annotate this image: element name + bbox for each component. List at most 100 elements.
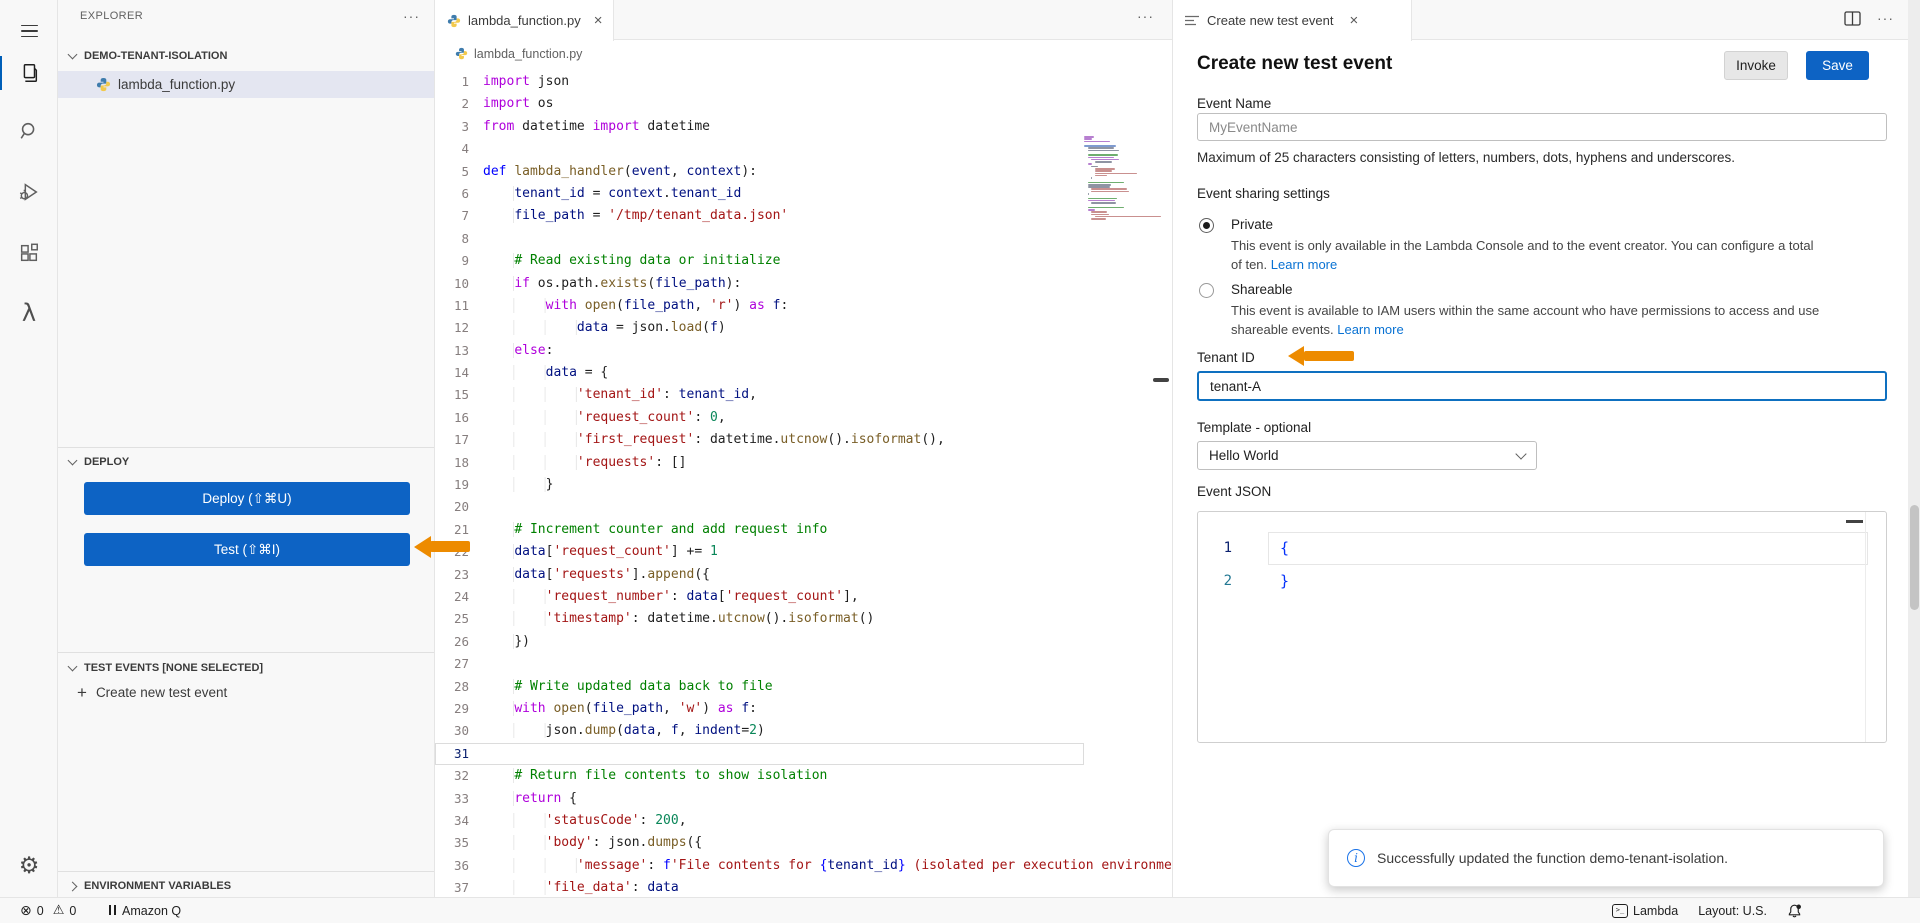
code-line-27: 27 — [435, 653, 1084, 675]
code-line-22: 22 data['request_count'] += 1 — [435, 541, 1084, 563]
minimap[interactable] — [1084, 136, 1164, 220]
code-line-20: 20 — [435, 496, 1084, 518]
code-line-2: 2import os — [435, 93, 1084, 115]
scrollbar-handle[interactable] — [1153, 378, 1169, 382]
code-line-9: 9 # Read existing data or initialize — [435, 250, 1084, 272]
code-area[interactable]: 1import json2import os3from datetime imp… — [435, 66, 1172, 897]
code-line-19: 19 } — [435, 474, 1084, 496]
create-new-test-event-item[interactable]: + Create new test event — [58, 679, 434, 705]
learn-more-link[interactable]: Learn more — [1337, 322, 1403, 337]
shareable-radio[interactable] — [1199, 283, 1214, 298]
panel-more-icon[interactable]: ··· — [1877, 10, 1894, 26]
deploy-button[interactable]: Deploy (⇧⌘U) — [84, 482, 410, 515]
code-line-28: 28 # Write updated data back to file — [435, 676, 1084, 698]
event-json-editor[interactable]: 1{2} — [1197, 511, 1887, 743]
code-line-11: 11 with open(file_path, 'r') as f: — [435, 295, 1084, 317]
vscode-window: λ ⚙ EXPLORER ··· DEMO-TENANT-ISOLATION l… — [0, 0, 1920, 923]
code-line-17: 17 'first_request': datetime.utcnow().is… — [435, 429, 1084, 451]
statusbar-notifications[interactable] — [1787, 903, 1802, 919]
section-divider — [58, 447, 434, 448]
code-line-12: 12 data = json.load(f) — [435, 317, 1084, 339]
test-events-section-header[interactable]: TEST EVENTS [NONE SELECTED] — [58, 656, 434, 680]
private-label[interactable]: Private — [1231, 217, 1273, 232]
chevron-down-icon — [1515, 448, 1526, 459]
sharing-settings-header: Event sharing settings — [1197, 186, 1330, 201]
save-button[interactable]: Save — [1806, 51, 1869, 80]
code-line-25: 25 'timestamp': datetime.utcnow().isofor… — [435, 608, 1084, 630]
environment-variables-section-header[interactable]: ENVIRONMENT VARIABLES — [58, 874, 434, 898]
code-line-1: 1import json — [435, 71, 1084, 93]
extensions-icon[interactable] — [0, 230, 58, 276]
file-item-lambda-function[interactable]: lambda_function.py — [58, 71, 434, 98]
shareable-description-line1: This event is available to IAM users wit… — [1231, 303, 1819, 318]
shareable-label[interactable]: Shareable — [1231, 282, 1293, 297]
code-line-37: 37 'file_data': data — [435, 877, 1084, 897]
code-line-35: 35 'body': json.dumps({ — [435, 832, 1084, 854]
test-button[interactable]: Test (⇧⌘I) — [84, 533, 410, 566]
lambda-icon[interactable]: λ — [0, 290, 58, 336]
deploy-section-header[interactable]: DEPLOY — [58, 450, 434, 474]
folder-header-demo-tenant-isolation[interactable]: DEMO-TENANT-ISOLATION — [58, 44, 434, 68]
info-icon: i — [1347, 849, 1365, 867]
tenant-id-label: Tenant ID — [1197, 350, 1255, 365]
annotation-arrow-tenant-id — [1304, 351, 1354, 361]
panel-scrollbar-thumb[interactable] — [1910, 505, 1919, 610]
bell-icon — [1787, 903, 1802, 919]
notification-message: Successfully updated the function demo-t… — [1377, 850, 1728, 866]
private-radio[interactable] — [1199, 218, 1214, 233]
statusbar-lambda[interactable]: >_ Lambda — [1612, 904, 1678, 918]
section-divider — [58, 652, 434, 653]
plus-icon: + — [77, 684, 87, 701]
statusbar-amazon-q[interactable]: Amazon Q — [108, 904, 181, 918]
breadcrumb[interactable]: lambda_function.py — [435, 41, 1172, 66]
code-line-18: 18 'requests': [] — [435, 452, 1084, 474]
split-editor-icon[interactable] — [1844, 11, 1861, 26]
code-line-6: 6 tenant_id = context.tenant_id — [435, 183, 1084, 205]
explorer-more-icon[interactable]: ··· — [403, 8, 420, 24]
code-line-3: 3from datetime import datetime — [435, 116, 1084, 138]
python-icon — [455, 47, 468, 60]
close-icon[interactable]: × — [594, 12, 603, 29]
learn-more-link[interactable]: Learn more — [1271, 257, 1337, 272]
statusbar-layout[interactable]: Layout: U.S. — [1698, 904, 1767, 918]
panel-scrollbar[interactable] — [1908, 0, 1920, 897]
code-line-26: 26 }) — [435, 631, 1084, 653]
statusbar-problems[interactable]: ⊗ 0 ⚠ 0 — [20, 903, 76, 919]
close-icon[interactable]: × — [1349, 12, 1358, 29]
explorer-sidebar: EXPLORER ··· DEMO-TENANT-ISOLATION lambd… — [58, 0, 435, 897]
code-line-14: 14 data = { — [435, 362, 1084, 384]
code-line-5: 5def lambda_handler(event, context): — [435, 161, 1084, 183]
settings-gear-icon[interactable]: ⚙ — [0, 843, 58, 889]
event-name-label: Event Name — [1197, 96, 1271, 111]
tab-lambda-function[interactable]: lambda_function.py × — [435, 0, 614, 41]
search-icon[interactable] — [0, 108, 58, 154]
warning-icon: ⚠ — [53, 903, 65, 918]
menu-icon[interactable] — [0, 8, 58, 54]
page-title: Create new test event — [1197, 53, 1392, 75]
chevron-down-icon — [68, 662, 78, 672]
code-line-33: 33 return { — [435, 788, 1084, 810]
event-name-input[interactable]: MyEventName — [1197, 113, 1887, 141]
code-line-8: 8 — [435, 228, 1084, 250]
private-description-line2: of ten. Learn more — [1231, 257, 1337, 272]
event-name-placeholder: MyEventName — [1209, 120, 1298, 135]
explorer-icon[interactable] — [0, 50, 58, 96]
code-line-16: 16 'request_count': 0, — [435, 407, 1084, 429]
event-json-label: Event JSON — [1197, 484, 1271, 499]
notification-toast[interactable]: i Successfully updated the function demo… — [1328, 829, 1884, 887]
code-line-23: 23 data['requests'].append({ — [435, 564, 1084, 586]
debug-icon[interactable] — [0, 169, 58, 215]
template-label: Template - optional — [1197, 420, 1311, 435]
file-label: lambda_function.py — [118, 77, 235, 92]
code-line-7: 7 file_path = '/tmp/tenant_data.json' — [435, 205, 1084, 227]
tab-create-new-test-event[interactable]: Create new test event × — [1173, 0, 1412, 41]
status-bar: ⊗ 0 ⚠ 0 Amazon Q >_ Lambda Layout: U.S. — [0, 897, 1920, 923]
section-divider — [58, 871, 434, 872]
tenant-id-input[interactable]: tenant-A — [1197, 371, 1887, 401]
code-line-24: 24 'request_number': data['request_count… — [435, 586, 1084, 608]
editor-more-icon[interactable]: ··· — [1137, 8, 1154, 24]
invoke-button[interactable]: Invoke — [1724, 51, 1788, 80]
shareable-description-line2: shareable events. Learn more — [1231, 322, 1404, 337]
python-icon — [447, 14, 461, 28]
template-select[interactable]: Hello World — [1197, 441, 1537, 470]
